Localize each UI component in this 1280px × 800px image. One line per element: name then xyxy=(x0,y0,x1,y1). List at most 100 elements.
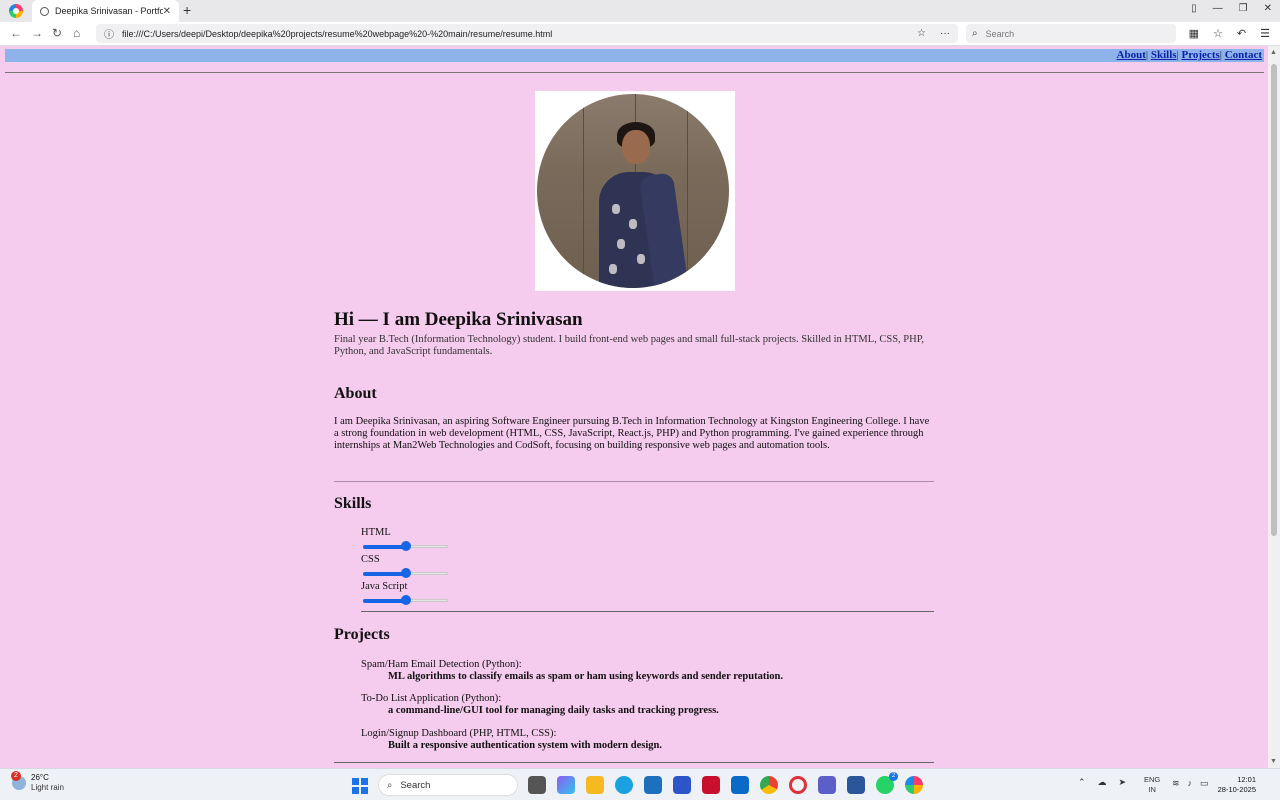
back-icon[interactable]: ← xyxy=(10,26,22,40)
powerautomate-icon[interactable] xyxy=(673,776,691,794)
skills-heading: Skills xyxy=(334,495,372,512)
search-icon: ⌕ xyxy=(387,779,393,791)
nav-link-contact[interactable]: Contact xyxy=(1225,49,1262,61)
teams-icon[interactable] xyxy=(818,776,836,794)
page-info-icon[interactable]: ⓘ xyxy=(104,26,114,41)
project-description: a command-line/GUI tool for managing dai… xyxy=(388,705,719,716)
taskbar-apps: 2 xyxy=(528,772,923,794)
weather-temperature: 26°C xyxy=(31,773,49,782)
reload-icon[interactable]: ↻ xyxy=(52,26,62,40)
toolbar-icons: ▦ ☆ ↶ ☰ xyxy=(1189,27,1270,40)
minimize-icon[interactable]: — xyxy=(1213,3,1223,14)
send-icon[interactable]: ➤ xyxy=(1119,777,1127,788)
weather-description: Light rain xyxy=(31,783,64,792)
clock-time: 12:01 xyxy=(1237,775,1256,784)
page-scrollbar[interactable]: ▲ ▼ xyxy=(1268,46,1280,768)
search-icon: ⌕ xyxy=(972,28,978,39)
home-icon[interactable]: ⌂ xyxy=(73,26,80,40)
clock[interactable]: 12:01 28-10-2025 xyxy=(1218,775,1256,795)
skill-label: Java Script xyxy=(361,581,408,592)
wifi-icon[interactable]: ≋ xyxy=(1172,778,1180,789)
bookmark-star-icon[interactable]: ☆ xyxy=(917,28,926,39)
globe-icon xyxy=(40,6,49,16)
whatsapp-icon[interactable]: 2 xyxy=(876,772,898,794)
chevron-up-icon[interactable]: ⌃ xyxy=(1078,777,1086,788)
page-viewport: About| Skills| Projects| Contact Hi — I … xyxy=(0,46,1268,768)
edge-icon[interactable] xyxy=(615,776,633,794)
browser-icon[interactable] xyxy=(905,776,923,794)
word-icon[interactable] xyxy=(847,776,865,794)
projects-heading: Projects xyxy=(334,626,390,643)
weather-icon: 2 xyxy=(11,771,26,790)
tab-title: Deepika Srinivasan - Portfolio xyxy=(55,6,163,16)
nav-link-about[interactable]: About xyxy=(1117,49,1146,61)
divider xyxy=(334,762,934,763)
skill-slider-html[interactable] xyxy=(363,541,448,551)
apps-grid-icon[interactable]: ▦ xyxy=(1189,27,1199,40)
more-options-icon[interactable]: ··· xyxy=(940,28,950,39)
scrollbar-thumb[interactable] xyxy=(1271,64,1277,536)
project-item: Spam/Ham Email Detection (Python): ML al… xyxy=(361,659,921,683)
store-icon[interactable] xyxy=(644,776,662,794)
search-placeholder: Search xyxy=(985,28,1015,39)
system-tray: ⌃ ☁ ➤ xyxy=(1078,777,1126,788)
maximize-icon[interactable]: ❐ xyxy=(1239,3,1248,14)
about-heading: About xyxy=(334,385,377,402)
chrome-icon[interactable] xyxy=(760,776,778,794)
language-indicator[interactable]: ENG IN xyxy=(1144,775,1160,795)
battery-icon[interactable]: ▭ xyxy=(1200,778,1209,789)
about-text: I am Deepika Srinivasan, an aspiring Sof… xyxy=(334,416,930,451)
weather-badge: 2 xyxy=(11,771,21,781)
address-bar[interactable]: ⓘ file:///C:/Users/deepi/Desktop/deepika… xyxy=(96,24,958,43)
file-explorer-icon[interactable] xyxy=(586,776,604,794)
favorites-icon[interactable]: ☆ xyxy=(1213,27,1223,40)
taskbar: 2 26°C Light rain ⌕ Search 2 ⌃ ☁ ➤ ENG I… xyxy=(0,768,1280,800)
scroll-up-icon[interactable]: ▲ xyxy=(1270,49,1277,56)
skill-label: CSS xyxy=(361,554,380,565)
window-controls: ▯ — ❐ ✕ xyxy=(1191,3,1272,14)
project-item: To-Do List Application (Python): a comma… xyxy=(361,693,921,717)
skill-slider-css[interactable] xyxy=(363,568,448,578)
tab-list-icon[interactable]: ▯ xyxy=(1191,3,1197,14)
forward-icon[interactable]: → xyxy=(31,26,43,40)
divider xyxy=(361,611,934,612)
profile-photo xyxy=(535,91,735,291)
skill-item: HTML xyxy=(361,527,461,551)
skill-slider-javascript[interactable] xyxy=(363,595,448,605)
site-nav: About| Skills| Projects| Contact xyxy=(5,49,1264,62)
close-window-icon[interactable]: ✕ xyxy=(1264,3,1272,14)
close-tab-icon[interactable]: ✕ xyxy=(163,6,171,17)
taskbar-search-label: Search xyxy=(400,779,431,791)
hero-subtitle: Final year B.Tech (Information Technolog… xyxy=(334,334,925,357)
opera-icon[interactable] xyxy=(789,776,807,794)
copilot-icon[interactable] xyxy=(557,776,575,794)
volume-icon[interactable]: ♪ xyxy=(1188,778,1193,789)
history-icon[interactable]: ↶ xyxy=(1237,27,1246,40)
divider xyxy=(334,481,934,482)
project-description: ML algorithms to classify emails as spam… xyxy=(388,671,783,682)
system-tray-status: ≋ ♪ ▭ xyxy=(1172,778,1209,789)
project-name: Spam/Ham Email Detection (Python): xyxy=(361,659,522,670)
new-tab-icon[interactable]: + xyxy=(183,2,191,18)
tab-bar: Deepika Srinivasan - Portfolio ✕ + ▯ — ❐… xyxy=(0,0,1280,22)
task-view-icon[interactable] xyxy=(528,776,546,794)
outlook-icon[interactable] xyxy=(731,776,749,794)
project-name: To-Do List Application (Python): xyxy=(361,693,502,704)
menu-icon[interactable]: ☰ xyxy=(1260,27,1270,40)
taskbar-search-input[interactable]: ⌕ Search xyxy=(378,774,518,796)
url-text[interactable]: file:///C:/Users/deepi/Desktop/deepika%2… xyxy=(122,29,917,39)
weather-widget[interactable]: 2 26°C Light rain xyxy=(11,771,64,793)
mcafee-icon[interactable] xyxy=(702,776,720,794)
tab-active[interactable]: Deepika Srinivasan - Portfolio ✕ xyxy=(32,0,179,22)
project-item: Login/Signup Dashboard (PHP, HTML, CSS):… xyxy=(361,728,921,752)
windows-start-icon[interactable] xyxy=(352,778,368,794)
nav-link-skills[interactable]: Skills xyxy=(1151,49,1177,61)
scroll-down-icon[interactable]: ▼ xyxy=(1270,758,1277,765)
profile-photo-image xyxy=(537,94,729,288)
clock-date: 28-10-2025 xyxy=(1217,785,1256,794)
project-description: Built a responsive authentication system… xyxy=(388,740,662,751)
browser-logo-icon[interactable] xyxy=(9,4,23,18)
browser-search-input[interactable]: ⌕ Search xyxy=(966,24,1176,43)
nav-link-projects[interactable]: Projects xyxy=(1181,49,1219,61)
cloud-icon[interactable]: ☁ xyxy=(1098,777,1107,788)
